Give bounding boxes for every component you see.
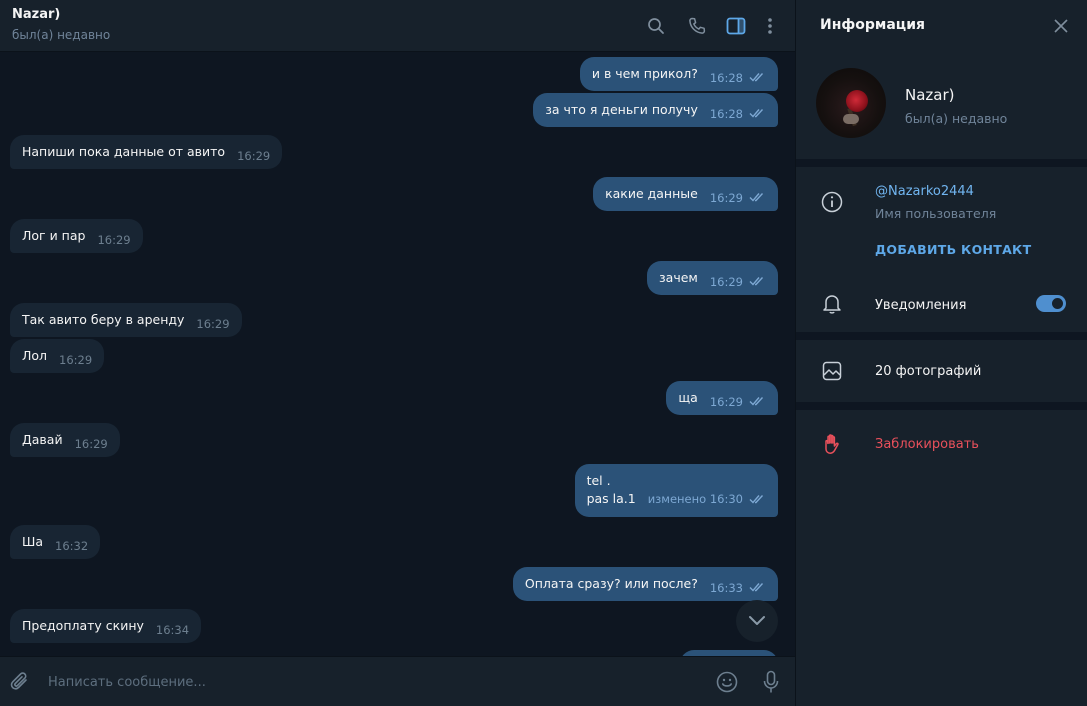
message-text: и в чем прикол? xyxy=(591,66,698,81)
message-bubble[interactable]: за что я деньги получу 16:28 xyxy=(533,93,778,127)
message-text: ща xyxy=(678,390,698,405)
read-checkmarks-icon xyxy=(749,274,766,291)
message-text: Лог и пар xyxy=(22,228,86,243)
message-time: 16:34 xyxy=(155,623,190,637)
message-time: 16:28 xyxy=(709,71,743,85)
photos-link[interactable]: 20 фотографий xyxy=(875,364,981,379)
message-text: Напиши пока данные от авито xyxy=(22,144,226,159)
message-bubble[interactable]: tel . pas la.1 изменено 16:30 xyxy=(574,464,778,517)
message-bubble[interactable]: Предоплату скину 16:34 xyxy=(10,609,202,643)
message-time: 16:29 xyxy=(709,191,743,205)
chat-column: Nazar) был(а) недавно и в чем прикол? 16:… xyxy=(0,0,795,706)
emoji-icon[interactable] xyxy=(715,670,739,694)
message-time: 16:29 xyxy=(237,149,271,163)
message-list[interactable]: и в чем прикол? 16:28 за что я деньги пол… xyxy=(0,52,795,656)
message-time: 16:28 xyxy=(709,107,743,121)
read-checkmarks-icon xyxy=(749,491,766,509)
chat-header[interactable]: Nazar) был(а) недавно xyxy=(0,0,795,52)
message-time: 16:29 xyxy=(74,437,108,451)
message-text: Давай xyxy=(22,432,63,447)
message-composer xyxy=(0,656,795,706)
username-link[interactable]: @Nazarko2444 xyxy=(875,184,974,199)
message-bubble[interactable]: Напиши пока данные от авито 16:29 xyxy=(10,135,283,169)
message-bubble[interactable]: Лол 16:29 xyxy=(10,339,105,373)
message-bubble[interactable]: зачем 16:29 xyxy=(647,261,778,295)
message-text: Так авито беру в аренду xyxy=(22,312,185,327)
message-bubble[interactable]: и в чем прикол? 16:28 xyxy=(579,57,778,91)
message-text: зачем xyxy=(659,270,698,285)
notifications-toggle[interactable] xyxy=(1036,295,1066,312)
info-peer-name: Nazar) xyxy=(905,86,955,104)
notifications-label: Уведомления xyxy=(875,298,967,313)
message-input[interactable] xyxy=(40,667,680,697)
info-panel: Информация Nazar) был(а) недавно @Nazark… xyxy=(795,0,1087,706)
phone-icon[interactable] xyxy=(685,14,709,38)
message-text: Ша xyxy=(22,534,44,549)
message-text-line: tel . xyxy=(586,473,611,488)
read-checkmarks-icon xyxy=(749,580,766,597)
read-checkmarks-icon xyxy=(749,394,766,411)
scroll-to-bottom-button[interactable] xyxy=(736,600,778,642)
message-time: 16:32 xyxy=(55,539,89,553)
search-icon[interactable] xyxy=(644,14,668,38)
read-checkmarks-icon xyxy=(749,190,766,207)
message-text: Лол xyxy=(22,348,48,363)
attach-paperclip-icon[interactable] xyxy=(8,670,32,694)
block-hand-icon xyxy=(820,432,844,456)
message-time: 16:29 xyxy=(709,275,743,289)
info-peer-status: был(а) недавно xyxy=(905,111,1008,126)
message-bubble[interactable]: какие данные 16:29 xyxy=(593,177,778,211)
message-bubble[interactable]: Так авито беру в аренду 16:29 xyxy=(10,303,242,337)
message-time: изменено 16:30 xyxy=(647,492,743,506)
info-icon xyxy=(820,190,844,214)
message-text: Оплата сразу? или после? xyxy=(524,576,698,591)
message-time: 16:29 xyxy=(709,395,743,409)
message-bubble[interactable]: Ша 16:32 xyxy=(10,525,101,559)
photo-gallery-icon xyxy=(820,359,844,383)
info-title: Информация xyxy=(820,17,925,33)
message-bubble[interactable]: ща 16:29 xyxy=(666,381,778,415)
message-bubble[interactable]: Давай 16:29 xyxy=(10,423,120,457)
message-text: Предоплату скину xyxy=(22,618,144,633)
microphone-icon[interactable] xyxy=(759,670,783,694)
chevron-down-icon xyxy=(749,616,765,625)
peer-status: был(а) недавно xyxy=(12,28,111,42)
message-time: 16:29 xyxy=(196,317,230,331)
peer-name[interactable]: Nazar) xyxy=(12,7,60,22)
section-divider xyxy=(796,402,1087,410)
message-bubble[interactable]: Оплата сразу? или после? 16:33 xyxy=(512,567,778,601)
section-divider xyxy=(796,159,1087,167)
message-time: 16:29 xyxy=(59,353,93,367)
message-time: 16:29 xyxy=(97,233,131,247)
avatar[interactable] xyxy=(816,68,886,138)
message-text-line: pas la.1 xyxy=(586,491,636,506)
section-divider xyxy=(796,332,1087,340)
message-text: за что я деньги получу xyxy=(545,102,698,117)
message-text: какие данные xyxy=(605,186,698,201)
read-checkmarks-icon xyxy=(749,70,766,87)
add-contact-button[interactable]: ДОБАВИТЬ КОНТАКТ xyxy=(875,242,1031,257)
more-vertical-icon[interactable] xyxy=(758,14,782,38)
message-time: 16:33 xyxy=(709,581,743,595)
bell-icon xyxy=(820,292,844,316)
read-checkmarks-icon xyxy=(749,106,766,123)
close-icon[interactable] xyxy=(1050,15,1072,37)
message-bubble[interactable]: Лог и пар 16:29 xyxy=(10,219,143,253)
username-label: Имя пользователя xyxy=(875,206,997,221)
sidebar-toggle-icon[interactable] xyxy=(724,14,748,38)
block-user-button[interactable]: Заблокировать xyxy=(875,437,979,452)
